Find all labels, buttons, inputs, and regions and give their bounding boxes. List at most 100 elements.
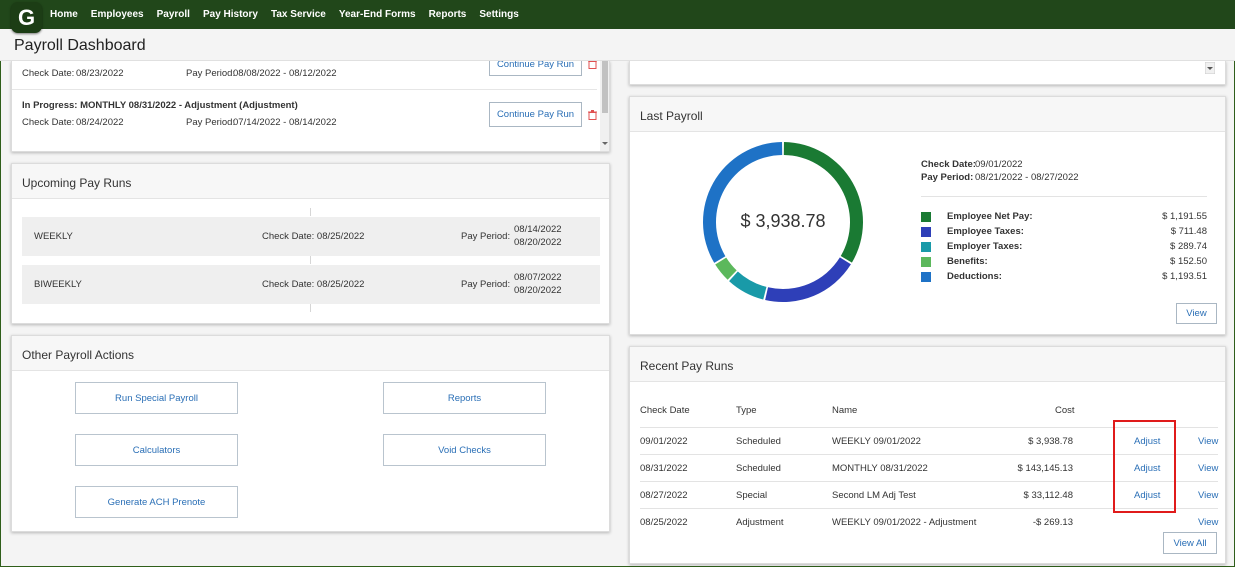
name-cell: MONTHLY 08/31/2022 (832, 463, 928, 474)
pay-period-value: 07/14/2022 - 08/14/2022 (233, 117, 337, 128)
cost-cell: $ 143,145.13 (1017, 463, 1073, 474)
divider (310, 256, 311, 264)
legend-value: $ 1,193.51 (1162, 271, 1207, 282)
in-progress-row: Check Date: 08/23/2022 Pay Period: 08/08… (12, 61, 597, 90)
generate-ach-prenote-button[interactable]: Generate ACH Prenote (75, 486, 238, 518)
pay-frequency: BIWEEKLY (34, 279, 82, 290)
nav-reports[interactable]: Reports (429, 9, 467, 20)
check-date-label: Check Date: (22, 68, 75, 79)
deductions-slice (703, 142, 783, 263)
upcoming-row[interactable]: BIWEEKLY Check Date: 08/25/2022 Pay Peri… (22, 265, 600, 304)
check-date-cell: 08/31/2022 (640, 463, 688, 474)
main-menu: Home Employees Payroll Pay History Tax S… (50, 0, 532, 29)
legend-item: Employee Taxes: $ 711.48 (921, 225, 1207, 240)
pay-period-label: Pay Period: (461, 231, 511, 242)
pay-period-label: Pay Period: (461, 279, 511, 290)
legend-value: $ 711.48 (1170, 226, 1207, 237)
check-date-label: Check Date: (921, 159, 976, 170)
pay-frequency: WEEKLY (34, 231, 73, 242)
legend-swatch (921, 257, 931, 267)
legend-item: Employer Taxes: $ 289.74 (921, 240, 1207, 255)
net-pay-slice (783, 142, 863, 263)
column-header-name: Name (832, 405, 858, 416)
legend-swatch (921, 242, 931, 252)
view-link[interactable]: View (1198, 517, 1218, 528)
column-header-cost: Cost (1055, 405, 1075, 416)
legend-value: $ 289.74 (1170, 241, 1207, 252)
legend-label: Deductions: (947, 271, 1002, 282)
name-cell: WEEKLY 09/01/2022 - Adjustment (832, 517, 977, 528)
continue-pay-run-button[interactable]: Continue Pay Run (489, 61, 582, 76)
page-title: Payroll Dashboard (14, 37, 146, 54)
view-all-button[interactable]: View All (1163, 532, 1217, 554)
type-cell: Special (736, 490, 768, 501)
check-date-cell: 08/27/2022 (640, 490, 688, 501)
check-date-label: Check Date: (22, 117, 75, 128)
nav-pay-history[interactable]: Pay History (203, 9, 258, 20)
nav-employees[interactable]: Employees (91, 9, 144, 20)
view-link[interactable]: View (1198, 463, 1218, 474)
trash-icon[interactable] (588, 110, 597, 120)
cost-cell: $ 3,938.78 (1028, 436, 1073, 447)
divider (310, 304, 311, 312)
column-header-check-date: Check Date (640, 405, 690, 416)
in-progress-row: In Progress: MONTHLY 08/31/2022 - Adjust… (12, 91, 597, 141)
continue-pay-run-button[interactable]: Continue Pay Run (489, 102, 582, 127)
nav-home[interactable]: Home (50, 9, 78, 20)
run-special-payroll-button[interactable]: Run Special Payroll (75, 382, 238, 414)
card-title: Recent Pay Runs (630, 347, 1225, 382)
type-cell: Scheduled (736, 436, 781, 447)
check-date: Check Date: 08/25/2022 (262, 231, 365, 242)
upcoming-row[interactable]: WEEKLY Check Date: 08/25/2022 Pay Period… (22, 217, 600, 256)
legend-label: Benefits: (947, 256, 988, 267)
legend-value: $ 1,191.55 (1162, 211, 1207, 222)
scroll-down-arrow-icon[interactable] (1205, 62, 1215, 74)
scrollbar-thumb[interactable] (602, 61, 608, 113)
pay-period-label: Pay Period: (186, 117, 236, 128)
alerts-card (629, 61, 1226, 85)
name-cell: WEEKLY 09/01/2022 (832, 436, 921, 447)
column-header-type: Type (736, 405, 757, 416)
pay-period-value: 08/08/2022 - 08/12/2022 (233, 68, 337, 79)
divider (921, 196, 1207, 197)
legend-swatch (921, 227, 931, 237)
last-payroll-card: Last Payroll $ 3,938.78 Check Date: 09/0… (629, 96, 1226, 335)
check-date: Check Date: 08/25/2022 (262, 279, 365, 290)
logo-letter: G (17, 4, 36, 30)
card-title: Upcoming Pay Runs (12, 164, 609, 199)
pay-period-start: 08/07/2022 (514, 272, 562, 283)
nav-payroll[interactable]: Payroll (157, 9, 190, 20)
pay-period-start: 08/14/2022 (514, 224, 562, 235)
payroll-total: $ 3,938.78 (740, 211, 826, 231)
legend-label: Employee Taxes: (947, 226, 1024, 237)
check-date-value: 08/24/2022 (76, 117, 124, 128)
pay-period-value: 08/21/2022 - 08/27/2022 (975, 172, 1079, 183)
app-logo[interactable]: G (11, 2, 42, 33)
void-checks-button[interactable]: Void Checks (383, 434, 546, 466)
other-payroll-actions-card: Other Payroll Actions Run Special Payrol… (11, 335, 610, 532)
nav-tax-service[interactable]: Tax Service (271, 9, 326, 20)
legend-item: Employee Net Pay: $ 1,191.55 (921, 210, 1207, 225)
scrollbar[interactable] (600, 61, 609, 151)
legend-item: Deductions: $ 1,193.51 (921, 270, 1207, 285)
check-date-cell: 08/25/2022 (640, 517, 688, 528)
cost-cell: -$ 269.13 (1032, 517, 1073, 528)
upcoming-pay-runs-card: Upcoming Pay Runs WEEKLY Check Date: 08/… (11, 163, 610, 324)
view-link[interactable]: View (1198, 436, 1218, 447)
nav-year-end-forms[interactable]: Year-End Forms (339, 9, 416, 20)
trash-icon[interactable] (588, 61, 597, 69)
pay-period-label: Pay Period: (921, 172, 974, 183)
check-date-cell: 09/01/2022 (640, 436, 688, 447)
nav-settings[interactable]: Settings (479, 9, 518, 20)
calculators-button[interactable]: Calculators (75, 434, 238, 466)
type-cell: Adjustment (736, 517, 784, 528)
reports-button[interactable]: Reports (383, 382, 546, 414)
scroll-down-arrow-icon[interactable] (601, 141, 609, 147)
view-link[interactable]: View (1198, 490, 1218, 501)
employee-taxes-slice (765, 257, 851, 302)
in-progress-title: In Progress: MONTHLY 08/31/2022 - Adjust… (22, 100, 298, 111)
view-last-payroll-button[interactable]: View (1176, 303, 1217, 324)
adjust-highlight-box (1113, 420, 1176, 513)
divider (310, 208, 311, 216)
in-progress-pay-runs-card: Check Date: 08/23/2022 Pay Period: 08/08… (11, 61, 610, 152)
